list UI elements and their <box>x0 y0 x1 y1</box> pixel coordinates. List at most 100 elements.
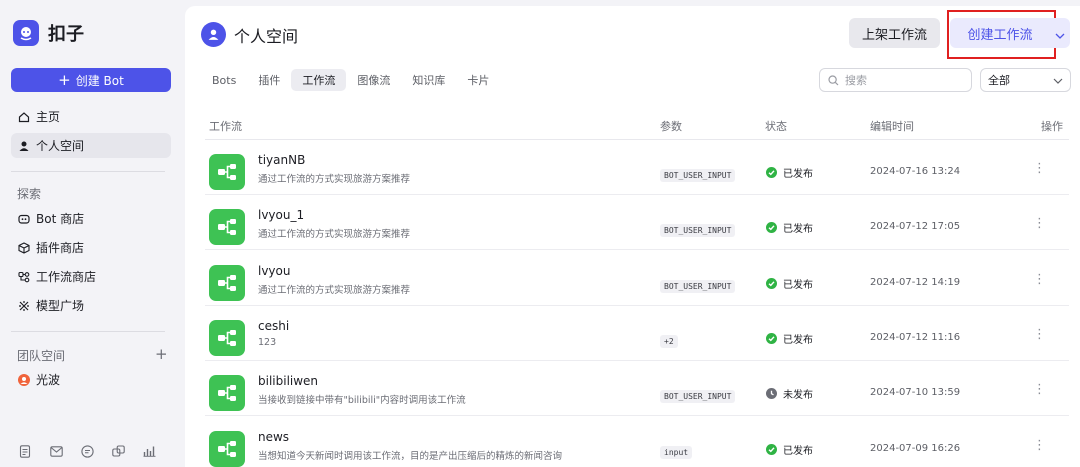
sidebar-item-label: 模型广场 <box>36 299 85 313</box>
create-workflow-dropdown[interactable] <box>1050 18 1070 48</box>
sidebar-item-home[interactable]: 主页 <box>11 104 171 129</box>
sidebar-item-label: 光波 <box>36 373 61 387</box>
bot-icon <box>18 213 30 225</box>
sidebar-item-label: 插件商店 <box>36 241 85 255</box>
sidebar-item-personal-space[interactable]: 个人空间 <box>11 133 171 158</box>
param-badge: input <box>660 445 693 459</box>
check-circle-icon <box>766 332 777 344</box>
workflow-name[interactable]: lvyou <box>258 264 290 278</box>
status-badge: 已发布 <box>766 220 813 235</box>
check-circle-icon <box>766 443 777 455</box>
team-space-label: 团队空间 <box>17 349 66 363</box>
home-icon <box>18 111 30 123</box>
param-badge: +2 <box>660 334 678 348</box>
table-row[interactable]: tiyanNB 通过工作流的方式实现旅游方案推荐 BOT_USER_INPUT 已发布… <box>205 140 1069 195</box>
create-workflow-button[interactable]: 创建工作流 <box>950 18 1050 48</box>
chevron-down-icon <box>1053 74 1063 87</box>
tab-cards[interactable]: 卡片 <box>456 69 500 91</box>
brand-logo-icon <box>13 20 39 46</box>
tab-imageflows[interactable]: 图像流 <box>346 69 401 91</box>
sidebar-item-label: 个人空间 <box>36 139 85 153</box>
param-badge: BOT_USER_INPUT <box>660 390 736 404</box>
brand[interactable]: 扣子 <box>13 20 84 46</box>
tab-workflows[interactable]: 工作流 <box>291 69 347 91</box>
tab-knowledge[interactable]: 知识库 <box>401 69 456 91</box>
divider <box>11 171 165 172</box>
column-actions: 操作 <box>1041 120 1063 133</box>
mail-icon[interactable] <box>48 443 64 459</box>
status-text: 已发布 <box>783 169 813 180</box>
table-row[interactable]: ceshi 123 +2 已发布 2024-07-12 11:16 ⋮ <box>205 306 1069 361</box>
sidebar-item-label: 工作流商店 <box>36 270 97 284</box>
workflow-icon <box>18 271 30 283</box>
page-title: 个人空间 <box>234 26 299 46</box>
workflow-name[interactable]: lvyou_1 <box>258 208 304 222</box>
more-actions-icon[interactable]: ⋮ <box>1033 273 1046 286</box>
param-badge: BOT_USER_INPUT <box>660 224 736 238</box>
workflow-description: 通过工作流的方式实现旅游方案推荐 <box>258 174 411 185</box>
workflow-description: 123 <box>258 336 277 348</box>
sidebar-item-workflow-store[interactable]: 工作流商店 <box>11 264 171 289</box>
more-actions-icon[interactable]: ⋮ <box>1033 383 1046 396</box>
status-badge: 已发布 <box>766 276 813 291</box>
check-circle-icon <box>766 222 777 234</box>
more-actions-icon[interactable]: ⋮ <box>1033 162 1046 175</box>
status-text: 已发布 <box>783 334 813 346</box>
page-header: 个人空间 <box>201 22 298 47</box>
workflow-name[interactable]: tiyanNB <box>258 153 305 167</box>
tab-plugins[interactable]: 插件 <box>247 69 291 91</box>
explore-label: 探索 <box>17 187 42 201</box>
workflow-node-icon <box>209 264 245 301</box>
user-avatar-icon <box>201 22 226 47</box>
cube-icon <box>18 241 30 254</box>
table-row[interactable]: lvyou_1 通过工作流的方式实现旅游方案推荐 BOT_USER_INPUT 已发布… <box>205 195 1069 251</box>
extension-icon[interactable] <box>110 443 126 459</box>
more-actions-icon[interactable]: ⋮ <box>1033 217 1046 230</box>
search-icon <box>828 71 839 90</box>
add-team-icon[interactable]: + <box>155 345 168 363</box>
table-row[interactable]: lvyou 通过工作流的方式实现旅游方案推荐 BOT_USER_INPUT 已发布 20… <box>205 251 1069 306</box>
model-icon <box>18 300 30 312</box>
edit-time: 2024-07-12 17:05 <box>870 221 961 233</box>
create-bot-label: 创建 Bot <box>75 73 124 88</box>
column-status: 状态 <box>765 120 787 133</box>
tab-bots[interactable]: Bots <box>201 69 247 91</box>
workflow-name[interactable]: bilibiliwen <box>258 374 318 388</box>
sidebar-item-model-square[interactable]: 模型广场 <box>11 293 171 318</box>
check-circle-icon <box>766 167 777 178</box>
publish-workflow-button[interactable]: 上架工作流 <box>849 18 940 48</box>
user-icon <box>18 140 30 152</box>
filter-select[interactable]: 全部 <box>980 68 1071 92</box>
chat-icon[interactable] <box>79 443 95 459</box>
param-badge: BOT_USER_INPUT <box>660 169 736 182</box>
chevron-down-icon <box>1055 24 1065 43</box>
check-circle-icon <box>766 277 777 289</box>
workflow-node-icon <box>209 375 245 412</box>
resource-tabs: Bots 插件 工作流 图像流 知识库 卡片 <box>201 69 500 91</box>
workflow-description: 通过工作流的方式实现旅游方案推荐 <box>258 229 411 241</box>
more-actions-icon[interactable]: ⋮ <box>1033 439 1046 452</box>
sidebar-item-team-guangbo[interactable]: 光波 <box>11 367 171 392</box>
sidebar-item-label: 主页 <box>36 110 61 124</box>
filter-value: 全部 <box>988 74 1010 87</box>
edit-time: 2024-07-10 13:59 <box>870 387 961 399</box>
workflow-description: 通过工作流的方式实现旅游方案推荐 <box>258 284 411 296</box>
brand-name: 扣子 <box>48 24 84 45</box>
main-panel: 个人空间 上架工作流 创建工作流 Bots 插件 工作流 图像流 知识库 卡片 … <box>185 6 1080 467</box>
search-input[interactable] <box>845 73 965 87</box>
more-actions-icon[interactable]: ⋮ <box>1033 328 1046 341</box>
table-row[interactable]: bilibiliwen 当接收到链接中带有"bilibili"内容时调用该工作流 B… <box>205 361 1069 417</box>
workflow-name[interactable]: ceshi <box>258 319 289 333</box>
table-row[interactable]: news 当想知道今天新闻时调用该工作流，目的是产出压缩后的精炼的新闻咨询 inpu… <box>205 417 1069 467</box>
status-badge: 已发布 <box>766 331 813 346</box>
sidebar-item-plugin-store[interactable]: 插件商店 <box>11 235 171 260</box>
workflow-name[interactable]: news <box>258 430 289 444</box>
search-box[interactable] <box>819 68 972 92</box>
stats-icon[interactable] <box>141 443 157 459</box>
document-icon[interactable] <box>17 443 33 459</box>
sidebar-item-bot-store[interactable]: Bot 商店 <box>11 206 171 231</box>
create-bot-button[interactable]: + 创建 Bot <box>11 68 171 92</box>
bottom-toolbar <box>17 443 157 459</box>
edit-time: 2024-07-09 16:26 <box>870 442 961 454</box>
param-badge: BOT_USER_INPUT <box>660 279 736 293</box>
